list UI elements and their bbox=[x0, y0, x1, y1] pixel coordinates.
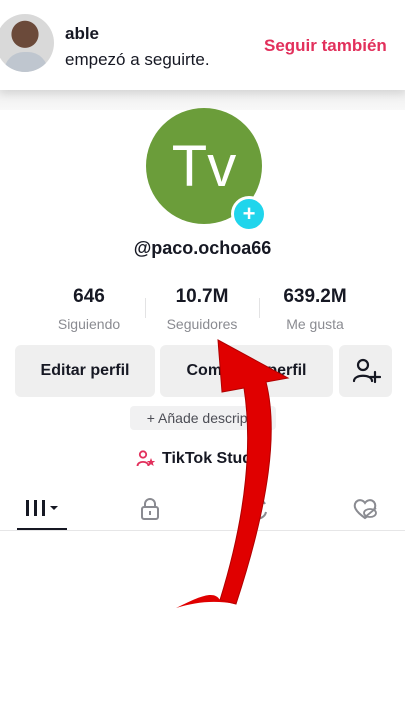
tab-private[interactable] bbox=[120, 488, 180, 530]
grid-icon bbox=[26, 500, 58, 516]
tab-reposts[interactable] bbox=[228, 488, 288, 530]
banner-shadow bbox=[0, 90, 405, 110]
stat-likes[interactable]: 639.2M Me gusta bbox=[255, 286, 375, 332]
followers-label: Seguidores bbox=[166, 316, 238, 332]
stat-followers[interactable]: 10.7M Seguidores bbox=[142, 286, 262, 332]
edit-profile-button[interactable]: Editar perfil bbox=[15, 345, 155, 397]
person-plus-icon bbox=[352, 358, 381, 384]
lock-icon bbox=[141, 498, 159, 520]
notification-username: able bbox=[65, 24, 100, 43]
avatar-initials: Tv bbox=[171, 133, 237, 199]
tab-videos[interactable] bbox=[12, 488, 72, 530]
stat-following[interactable]: 646 Siguiendo bbox=[29, 286, 149, 332]
followers-count: 10.7M bbox=[175, 286, 229, 307]
tabs-divider bbox=[0, 530, 405, 531]
add-photo-plus-icon[interactable]: + bbox=[231, 196, 267, 232]
tiktok-studio-link[interactable]: TikTok Studio bbox=[136, 449, 266, 469]
likes-label: Me gusta bbox=[286, 316, 344, 332]
notification-avatar[interactable] bbox=[0, 14, 54, 72]
studio-person-star-icon bbox=[136, 450, 156, 467]
notification-message: empezó a seguirte. bbox=[65, 50, 210, 69]
profile-username: @paco.ochoa66 bbox=[133, 238, 272, 258]
follow-notification[interactable]: able empezó a seguirte. Seguir también bbox=[0, 0, 405, 90]
add-bio-button[interactable]: + Añade descrip... bbox=[130, 406, 276, 430]
following-label: Siguiendo bbox=[57, 316, 121, 332]
add-friend-button[interactable] bbox=[339, 345, 392, 397]
heart-eye-off-icon bbox=[353, 499, 377, 520]
tab-liked[interactable] bbox=[335, 488, 395, 530]
follow-back-button[interactable]: Seguir también bbox=[264, 36, 387, 56]
studio-label: TikTok Studio bbox=[162, 450, 267, 467]
following-count: 646 bbox=[73, 286, 105, 307]
likes-count: 639.2M bbox=[283, 286, 347, 307]
share-profile-button[interactable]: Compartir perfil bbox=[160, 345, 333, 397]
repost-icon bbox=[249, 498, 267, 520]
